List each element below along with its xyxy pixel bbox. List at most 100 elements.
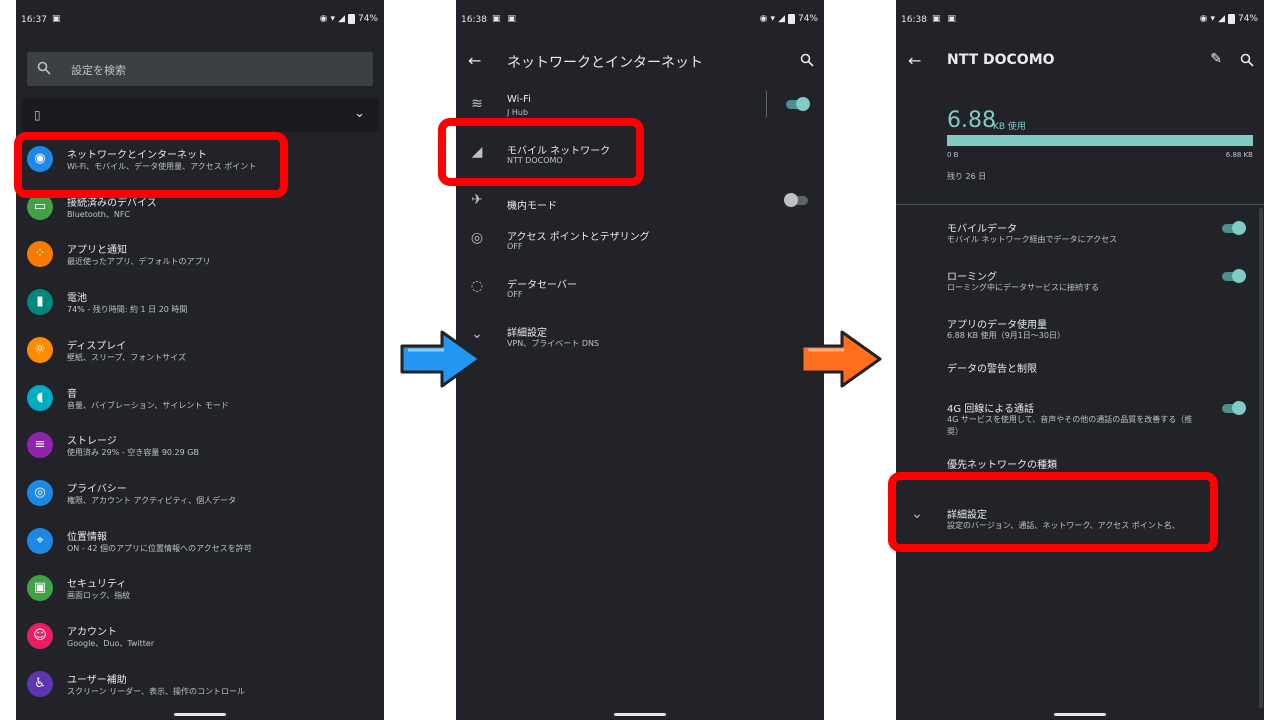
settings-item-subtitle: 音量、バイブレーション、サイレント モード bbox=[67, 400, 229, 410]
settings-item-title: 位置情報 bbox=[67, 531, 107, 543]
vibrate-condition-card[interactable]: ▯ ⌄ bbox=[22, 98, 379, 132]
hotspot-icon: ◎ bbox=[470, 230, 484, 246]
settings-item-7[interactable]: ◎ プライバシー 権限、アカウント アクティビティ、個人データ bbox=[16, 472, 384, 518]
settings-item-subtitle: スクリーン リーダー、表示、操作のコントロール bbox=[67, 686, 246, 696]
settings-item-subtitle: Bluetooth、NFC bbox=[67, 209, 131, 219]
mobile-row-subtitle: 6.88 KB 使用（9月1日〜30日） bbox=[947, 331, 1065, 340]
mobile-row-2[interactable]: アプリのデータ使用量 6.88 KB 使用（9月1日〜30日） bbox=[896, 310, 1264, 354]
battery-icon: ▮ bbox=[27, 289, 53, 316]
page-title: ネットワークとインターネット bbox=[507, 55, 703, 71]
data-saver-icon: ◌ bbox=[470, 278, 484, 294]
settings-item-6[interactable]: ≡ ストレージ 使用済み 29% - 空き容量 90.29 GB bbox=[16, 424, 384, 470]
settings-item-subtitle: 74% - 残り時間: 約 1 日 20 時間 bbox=[67, 305, 188, 315]
status-time: 16:37 bbox=[21, 15, 47, 25]
settings-item-subtitle: Google、Duo、Twitter bbox=[67, 639, 155, 648]
settings-item-3[interactable]: ▮ 電池 74% - 残り時間: 約 1 日 20 時間 bbox=[16, 281, 384, 327]
sound-icon: ◖ bbox=[27, 384, 53, 411]
mobile-row-title: アプリのデータ使用量 bbox=[947, 320, 1047, 331]
toggle-switch[interactable] bbox=[784, 193, 808, 207]
settings-item-4[interactable]: ☼ ディスプレイ 壁紙、スリープ、フォントサイズ bbox=[16, 329, 384, 375]
settings-item-subtitle: 最近使ったアプリ、デフォルトのアプリ bbox=[67, 257, 211, 267]
search-icon[interactable] bbox=[1240, 53, 1254, 67]
accessibility-icon: ♿ bbox=[27, 670, 53, 697]
battery-percent: 74% bbox=[797, 14, 818, 24]
privacy-icon: ◎ bbox=[27, 479, 53, 506]
location-icon: ⌖ bbox=[27, 527, 53, 554]
highlight-network-internet bbox=[14, 132, 288, 198]
toggle-knob bbox=[1232, 401, 1246, 415]
edit-pencil-icon[interactable]: ✎ bbox=[1210, 51, 1222, 67]
toggle-switch[interactable] bbox=[1222, 221, 1246, 235]
mobile-row-title: モバイルデータ bbox=[947, 224, 1017, 235]
settings-item-subtitle: 使用済み 29% - 空き容量 90.29 GB bbox=[67, 448, 199, 458]
mobile-row-title: 優先ネットワークの種類 bbox=[947, 460, 1057, 471]
network-row-title: アクセス ポイントとテザリング bbox=[507, 232, 650, 243]
signal-status-icon: ◢ bbox=[778, 14, 785, 24]
toggle-knob bbox=[784, 193, 798, 207]
eye-icon: ◉ bbox=[1199, 14, 1208, 24]
wifi-icon: ≋ bbox=[471, 96, 483, 112]
step-arrow-2 bbox=[800, 330, 882, 388]
settings-item-11[interactable]: ♿ ユーザー補助 スクリーン リーダー、表示、操作のコントロール bbox=[16, 663, 384, 709]
search-icon bbox=[37, 61, 51, 75]
wifi-status-icon: ▾ bbox=[330, 14, 336, 24]
signal-status-icon: ◢ bbox=[338, 14, 345, 24]
status-time: 16:38 bbox=[901, 15, 927, 25]
network-row-4[interactable]: ◌ データセーバー OFF bbox=[456, 270, 824, 314]
lock-icon: ▣ bbox=[27, 575, 53, 602]
settings-item-5[interactable]: ◖ 音音量、バイブレーション、サイレント モード bbox=[16, 377, 384, 423]
settings-item-title: アカウント bbox=[67, 627, 117, 638]
storage-icon: ≡ bbox=[27, 432, 53, 459]
settings-item-title: 電池 bbox=[67, 293, 87, 305]
toggle-knob bbox=[1232, 221, 1246, 235]
chevron-down-icon[interactable]: ⌄ bbox=[354, 106, 365, 121]
eye-icon: ◉ bbox=[759, 14, 768, 24]
highlight-mobile-network bbox=[438, 118, 644, 186]
network-row-title: 詳細設定 bbox=[507, 328, 547, 339]
network-row-title: データセーバー bbox=[507, 280, 577, 291]
settings-item-10[interactable]: ☺ アカウント Google、Duo、Twitter bbox=[16, 615, 384, 661]
page-title: NTT DOCOMO bbox=[947, 52, 1055, 68]
network-row-3[interactable]: ◎ アクセス ポイントとテザリング OFF bbox=[456, 222, 824, 266]
settings-item-subtitle: ON - 42 個のアプリに位置情報へのアクセスを許可 bbox=[67, 543, 252, 553]
back-arrow-icon[interactable]: ← bbox=[908, 51, 921, 70]
eye-icon: ◉ bbox=[319, 14, 328, 24]
gesture-nav-bar[interactable] bbox=[614, 713, 666, 716]
data-usage-bar bbox=[947, 135, 1253, 146]
mobile-row-4[interactable]: 4G 回線による通話 4G サービスを使用して、音声やその他の通話の品質を改善する… bbox=[896, 394, 1264, 438]
mobile-row-0[interactable]: モバイルデータ モバイル ネットワーク経由でデータにアクセス bbox=[896, 214, 1264, 258]
toggle-knob bbox=[796, 97, 810, 111]
settings-item-title: ユーザー補助 bbox=[67, 674, 127, 686]
notification-icons: ▣ ▣ bbox=[932, 14, 958, 24]
battery-status-icon bbox=[787, 14, 795, 24]
toggle-switch[interactable] bbox=[1222, 269, 1246, 283]
settings-item-9[interactable]: ▣ セキュリティ 画面ロック、指紋 bbox=[16, 567, 384, 613]
gesture-nav-bar[interactable] bbox=[1054, 713, 1106, 716]
settings-item-2[interactable]: ⁘ アプリと通知 最近使ったアプリ、デフォルトのアプリ bbox=[16, 233, 384, 279]
network-row-subtitle: OFF bbox=[507, 242, 523, 251]
settings-item-title: ディスプレイ bbox=[67, 340, 127, 352]
network-internet-screen: 16:38 ▣ ▣ ◉ ▾ ◢ 74% ← ネットワークとインターネット ≋ Wi… bbox=[456, 0, 824, 720]
settings-item-8[interactable]: ⌖ 位置情報 ON - 42 個のアプリに位置情報へのアクセスを許可 bbox=[16, 520, 384, 566]
days-remaining: 残り 26 日 bbox=[947, 172, 987, 181]
toggle-switch[interactable] bbox=[1222, 401, 1246, 415]
highlight-advanced-settings bbox=[888, 472, 1218, 552]
mobile-row-title: 4G 回線による通話 bbox=[947, 404, 1034, 415]
battery-status-icon bbox=[347, 14, 355, 24]
network-row-subtitle: VPN、プライベート DNS bbox=[507, 339, 600, 348]
wifi-status-icon: ▾ bbox=[770, 14, 776, 24]
back-arrow-icon[interactable]: ← bbox=[468, 51, 481, 70]
settings-search-bar[interactable]: 設定を検索 bbox=[27, 52, 373, 86]
settings-item-subtitle: 権限、アカウント アクティビティ、個人データ bbox=[67, 495, 237, 505]
toggle-switch[interactable] bbox=[786, 97, 810, 111]
data-usage-unit: KB 使用 bbox=[993, 122, 1026, 132]
notification-icons: ▣ bbox=[52, 14, 63, 24]
step-arrow-1 bbox=[400, 330, 482, 388]
search-placeholder: 設定を検索 bbox=[71, 64, 126, 77]
mobile-row-subtitle: モバイル ネットワーク経由でデータにアクセス bbox=[947, 235, 1118, 244]
network-row-5[interactable]: ⌄ 詳細設定 VPN、プライベート DNS bbox=[456, 318, 824, 362]
mobile-row-1[interactable]: ローミング ローミング中にデータサービスに接続する bbox=[896, 262, 1264, 306]
search-icon[interactable] bbox=[800, 53, 814, 67]
settings-item-subtitle: 壁紙、スリープ、フォントサイズ bbox=[67, 352, 187, 362]
gesture-nav-bar[interactable] bbox=[174, 713, 226, 716]
